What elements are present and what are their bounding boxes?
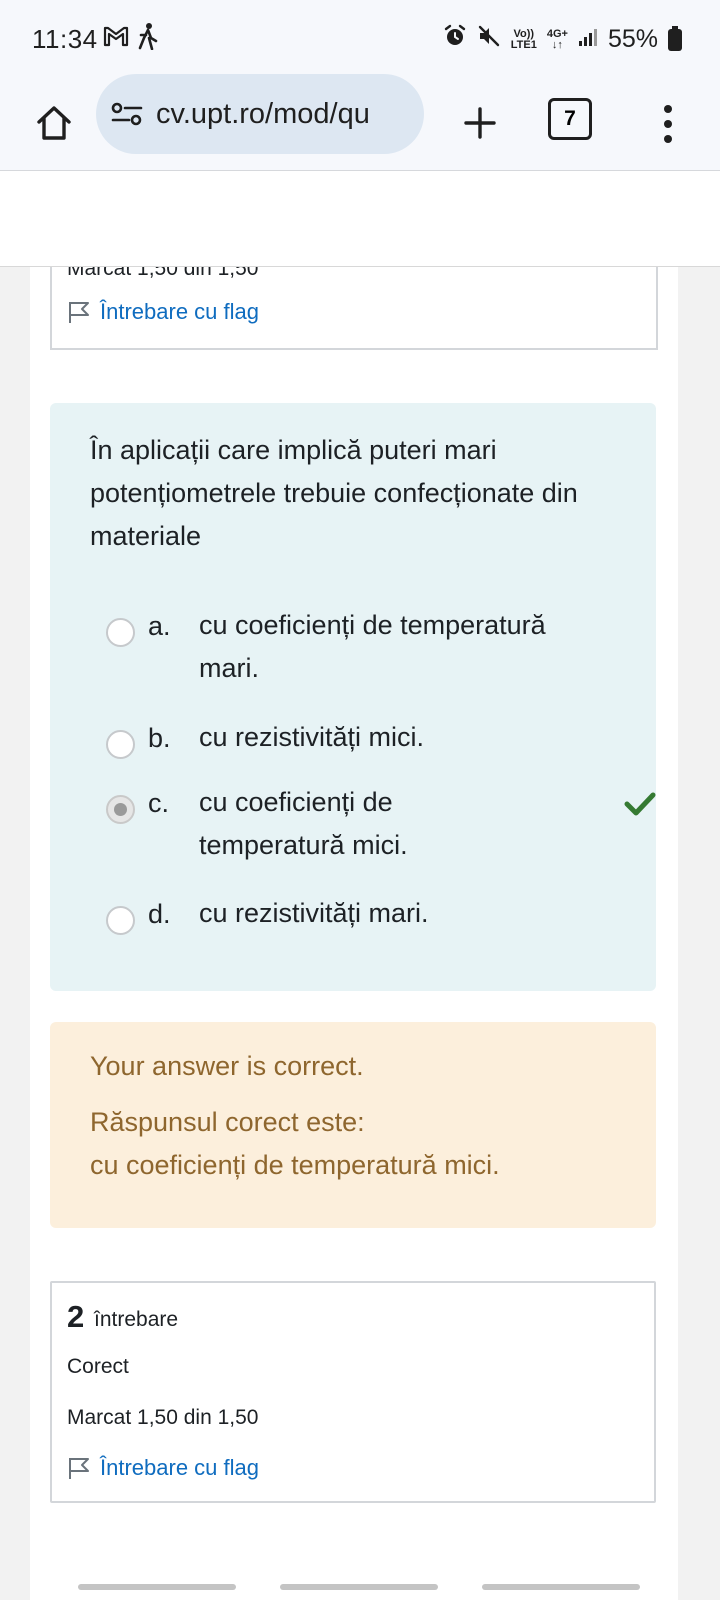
radio-button[interactable] <box>106 618 135 647</box>
quiz-content: Marcat 1,50 din 1,50 Întrebare cu flag Î… <box>30 267 678 1600</box>
walking-icon <box>137 22 159 55</box>
flag-icon <box>69 302 89 323</box>
option-letter: a. <box>148 611 171 641</box>
status-bar: 11:34 Vo)) LTE1 4G+ ↓↑ 55% <box>0 0 720 80</box>
battery-percent: 55% <box>607 25 658 53</box>
gesture-hint-bar <box>482 1584 640 1590</box>
page-header <box>0 171 720 267</box>
correct-answer-text: cu coeficienți de temperatură mici. <box>90 1150 500 1180</box>
option-letter: d. <box>148 899 171 929</box>
option-text: cu coeficienți de temperatură mari. <box>199 610 546 683</box>
url-text: cv.upt.ro/mod/qu <box>156 97 370 130</box>
correct-answer-label: Răspunsul corect este: <box>90 1107 365 1137</box>
menu-dot-icon <box>664 120 672 128</box>
gesture-hint-bar <box>78 1584 236 1590</box>
flag-question-label: Întrebare cu flag <box>100 299 259 324</box>
radio-button[interactable] <box>106 730 135 759</box>
new-tab-button[interactable] <box>450 93 510 153</box>
network-type-indicator: 4G+ ↓↑ <box>546 27 568 51</box>
flag-question-link[interactable]: Întrebare cu flag <box>68 1455 259 1481</box>
flag-question-link[interactable]: Întrebare cu flag <box>68 299 259 325</box>
gmail-icon <box>103 25 129 52</box>
option-text: cu rezistivități mici. <box>199 722 425 752</box>
gesture-hint-bar <box>280 1584 438 1590</box>
alarm-icon <box>443 24 467 55</box>
status-time: 11:34 <box>32 24 98 54</box>
site-settings-icon[interactable] <box>110 97 144 131</box>
question-word: întrebare <box>94 1308 179 1331</box>
flag-icon <box>69 1458 89 1479</box>
flag-question-label: Întrebare cu flag <box>100 1455 259 1480</box>
question-marks: Marcat 1,50 din 1,50 <box>67 1406 259 1429</box>
option-text: cu rezistivități mari. <box>199 898 429 928</box>
question-info: 2 întrebare Corect Marcat 1,50 din 1,50 … <box>50 1281 656 1503</box>
option-text: cu coeficienți de temperatură mici. <box>199 787 408 860</box>
question-box: În aplicații care implică puteri mari po… <box>50 403 656 991</box>
feedback-result: Your answer is correct. <box>90 1051 364 1081</box>
previous-question-info: Marcat 1,50 din 1,50 Întrebare cu flag <box>50 267 658 350</box>
volte-indicator: Vo)) LTE1 <box>510 27 537 51</box>
question-marks: Marcat 1,50 din 1,50 <box>67 267 259 280</box>
option-letter: c. <box>148 788 170 818</box>
menu-dot-icon <box>664 135 672 143</box>
home-button[interactable] <box>24 93 84 153</box>
mute-icon <box>477 24 501 55</box>
feedback-box: Your answer is correct. Răspunsul corect… <box>50 1022 656 1228</box>
address-bar[interactable]: cv.upt.ro/mod/qu <box>96 74 424 154</box>
battery-icon <box>668 25 682 51</box>
browser-toolbar: cv.upt.ro/mod/qu 7 <box>0 74 720 171</box>
signal-icon <box>578 25 598 54</box>
tab-switcher-button[interactable]: 7 <box>548 98 592 140</box>
question-text: În aplicații care implică puteri mari po… <box>90 435 578 551</box>
home-icon <box>37 106 71 140</box>
option-letter: b. <box>148 723 171 753</box>
more-options-button[interactable] <box>648 94 688 154</box>
screen: 11:34 Vo)) LTE1 4G+ ↓↑ 55% cv.upt.ro/mod… <box>0 0 720 1600</box>
question-number: 2 <box>67 1299 85 1334</box>
radio-button-selected[interactable] <box>106 795 135 824</box>
plus-icon <box>464 107 496 139</box>
correct-check-icon <box>624 792 656 821</box>
menu-dot-icon <box>664 105 672 113</box>
radio-button[interactable] <box>106 906 135 935</box>
question-state: Corect <box>67 1355 129 1378</box>
